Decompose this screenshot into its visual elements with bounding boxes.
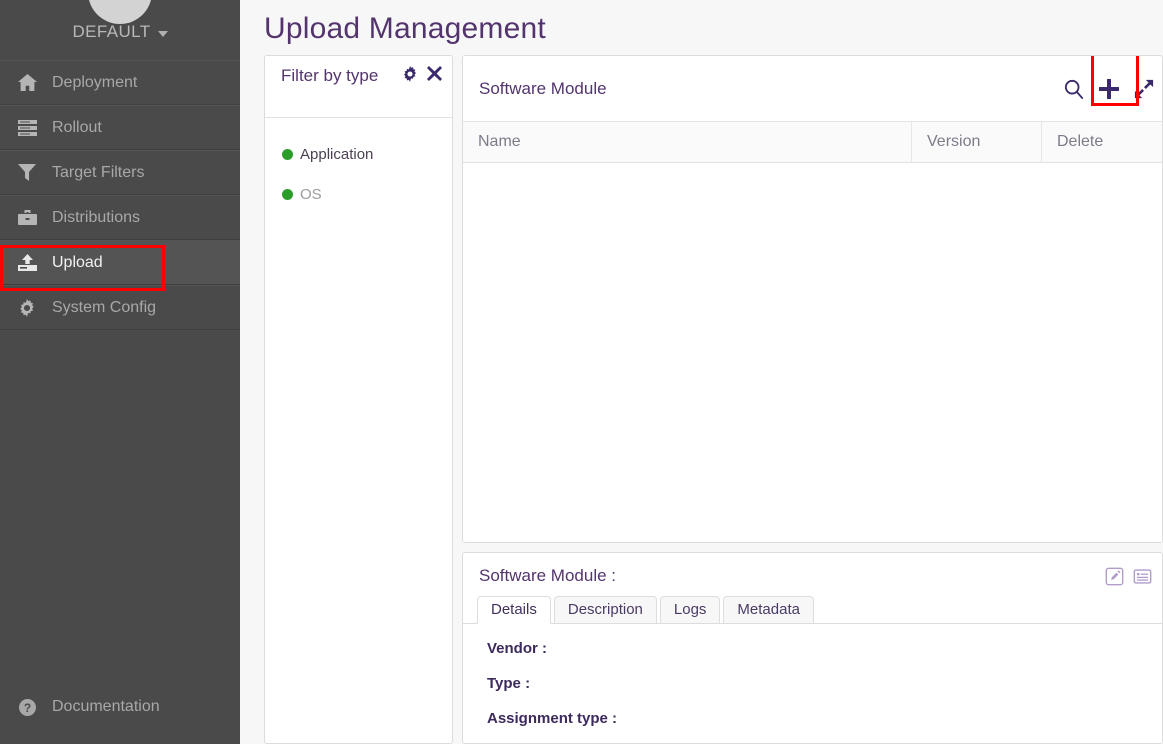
avatar-container (0, 0, 240, 24)
description-list-icon[interactable] (1133, 567, 1152, 586)
documentation-label: Documentation (52, 698, 160, 715)
detail-tabs: Details Description Logs Metadata (463, 595, 1162, 624)
column-header-delete[interactable]: Delete (1042, 122, 1162, 162)
filter-item-application[interactable]: Application (265, 134, 452, 174)
sidebar-item-label: Target Filters (52, 163, 145, 181)
sidebar-item-label: Upload (52, 253, 103, 271)
detail-panel-actions (1105, 567, 1152, 586)
table-panel-actions (1064, 78, 1156, 100)
sidebar-item-label: System Config (52, 298, 157, 316)
tab-description[interactable]: Description (553, 595, 657, 624)
field-vendor: Vendor : (487, 639, 548, 657)
filter-item-label: Application (300, 145, 374, 163)
app-root: DEFAULT Deployment Rollout Target Filter… (0, 0, 1163, 744)
filter-panel-title: Filter by type (281, 66, 379, 85)
chevron-down-icon (157, 30, 168, 37)
field-type: Type : (487, 674, 531, 692)
detail-fields: Vendor : Type : Assignment type : (463, 624, 1162, 727)
tab-metadata[interactable]: Metadata (723, 595, 814, 624)
table-header-row: Name Version Delete (463, 121, 1162, 163)
briefcase-icon (12, 209, 42, 226)
sidebar-item-distributions[interactable]: Distributions (0, 195, 240, 240)
detail-panel-title: Software Module : (479, 565, 617, 585)
sidebar-item-label: Rollout (52, 118, 102, 136)
filter-panel: Filter by type Application OS (264, 55, 453, 744)
question-circle-icon: ? (12, 698, 42, 716)
table-body (463, 163, 1162, 542)
sidebar-item-rollout[interactable]: Rollout (0, 105, 240, 150)
gear-icon (12, 298, 42, 317)
sidebar-item-target-filters[interactable]: Target Filters (0, 150, 240, 195)
sidebar-nav: Deployment Rollout Target Filters Distri… (0, 60, 240, 330)
field-assignment-type: Assignment type : (487, 709, 618, 727)
sidebar-item-upload[interactable]: Upload (0, 240, 240, 285)
search-icon[interactable] (1064, 79, 1084, 99)
maximize-icon[interactable] (1134, 79, 1154, 99)
upload-icon (12, 254, 42, 271)
page-title: Upload Management (264, 12, 546, 45)
sidebar-item-label: Deployment (52, 73, 138, 91)
main-content: Upload Management Filter by type Applica… (240, 0, 1163, 744)
column-header-name[interactable]: Name (463, 122, 912, 162)
home-icon (12, 74, 42, 91)
funnel-icon (12, 164, 42, 181)
sidebar: DEFAULT Deployment Rollout Target Filter… (0, 0, 240, 744)
software-module-table-panel: Software Module Name Version Delete (462, 55, 1163, 543)
column-header-version[interactable]: Version (912, 122, 1042, 162)
add-icon[interactable] (1098, 78, 1120, 100)
tab-details[interactable]: Details (477, 595, 551, 624)
filter-item-os[interactable]: OS (265, 174, 452, 214)
table-panel-header: Software Module (463, 55, 1162, 121)
tab-logs[interactable]: Logs (659, 595, 721, 624)
rollout-list-icon (12, 119, 42, 136)
table-panel-title: Software Module (479, 78, 607, 98)
software-module-detail-panel: Software Module : Details Description Lo… (462, 551, 1163, 744)
content-area: Filter by type Application OS Software M… (264, 55, 1163, 744)
sidebar-item-system-config[interactable]: System Config (0, 285, 240, 330)
sidebar-item-label: Distributions (52, 208, 141, 226)
sidebar-item-documentation[interactable]: ? Documentation (0, 698, 240, 716)
filter-list: Application OS (265, 118, 452, 214)
tenant-name: DEFAULT (72, 22, 151, 41)
close-icon[interactable] (427, 66, 442, 86)
svg-text:?: ? (23, 700, 30, 714)
right-column: Software Module Name Version Delete Soft… (462, 55, 1163, 744)
gear-icon[interactable] (402, 66, 418, 87)
type-color-dot (282, 188, 293, 200)
filter-item-label: OS (300, 185, 322, 203)
edit-icon[interactable] (1105, 567, 1124, 586)
sidebar-item-deployment[interactable]: Deployment (0, 60, 240, 105)
filter-panel-header: Filter by type (265, 56, 452, 118)
type-color-dot (282, 148, 293, 160)
